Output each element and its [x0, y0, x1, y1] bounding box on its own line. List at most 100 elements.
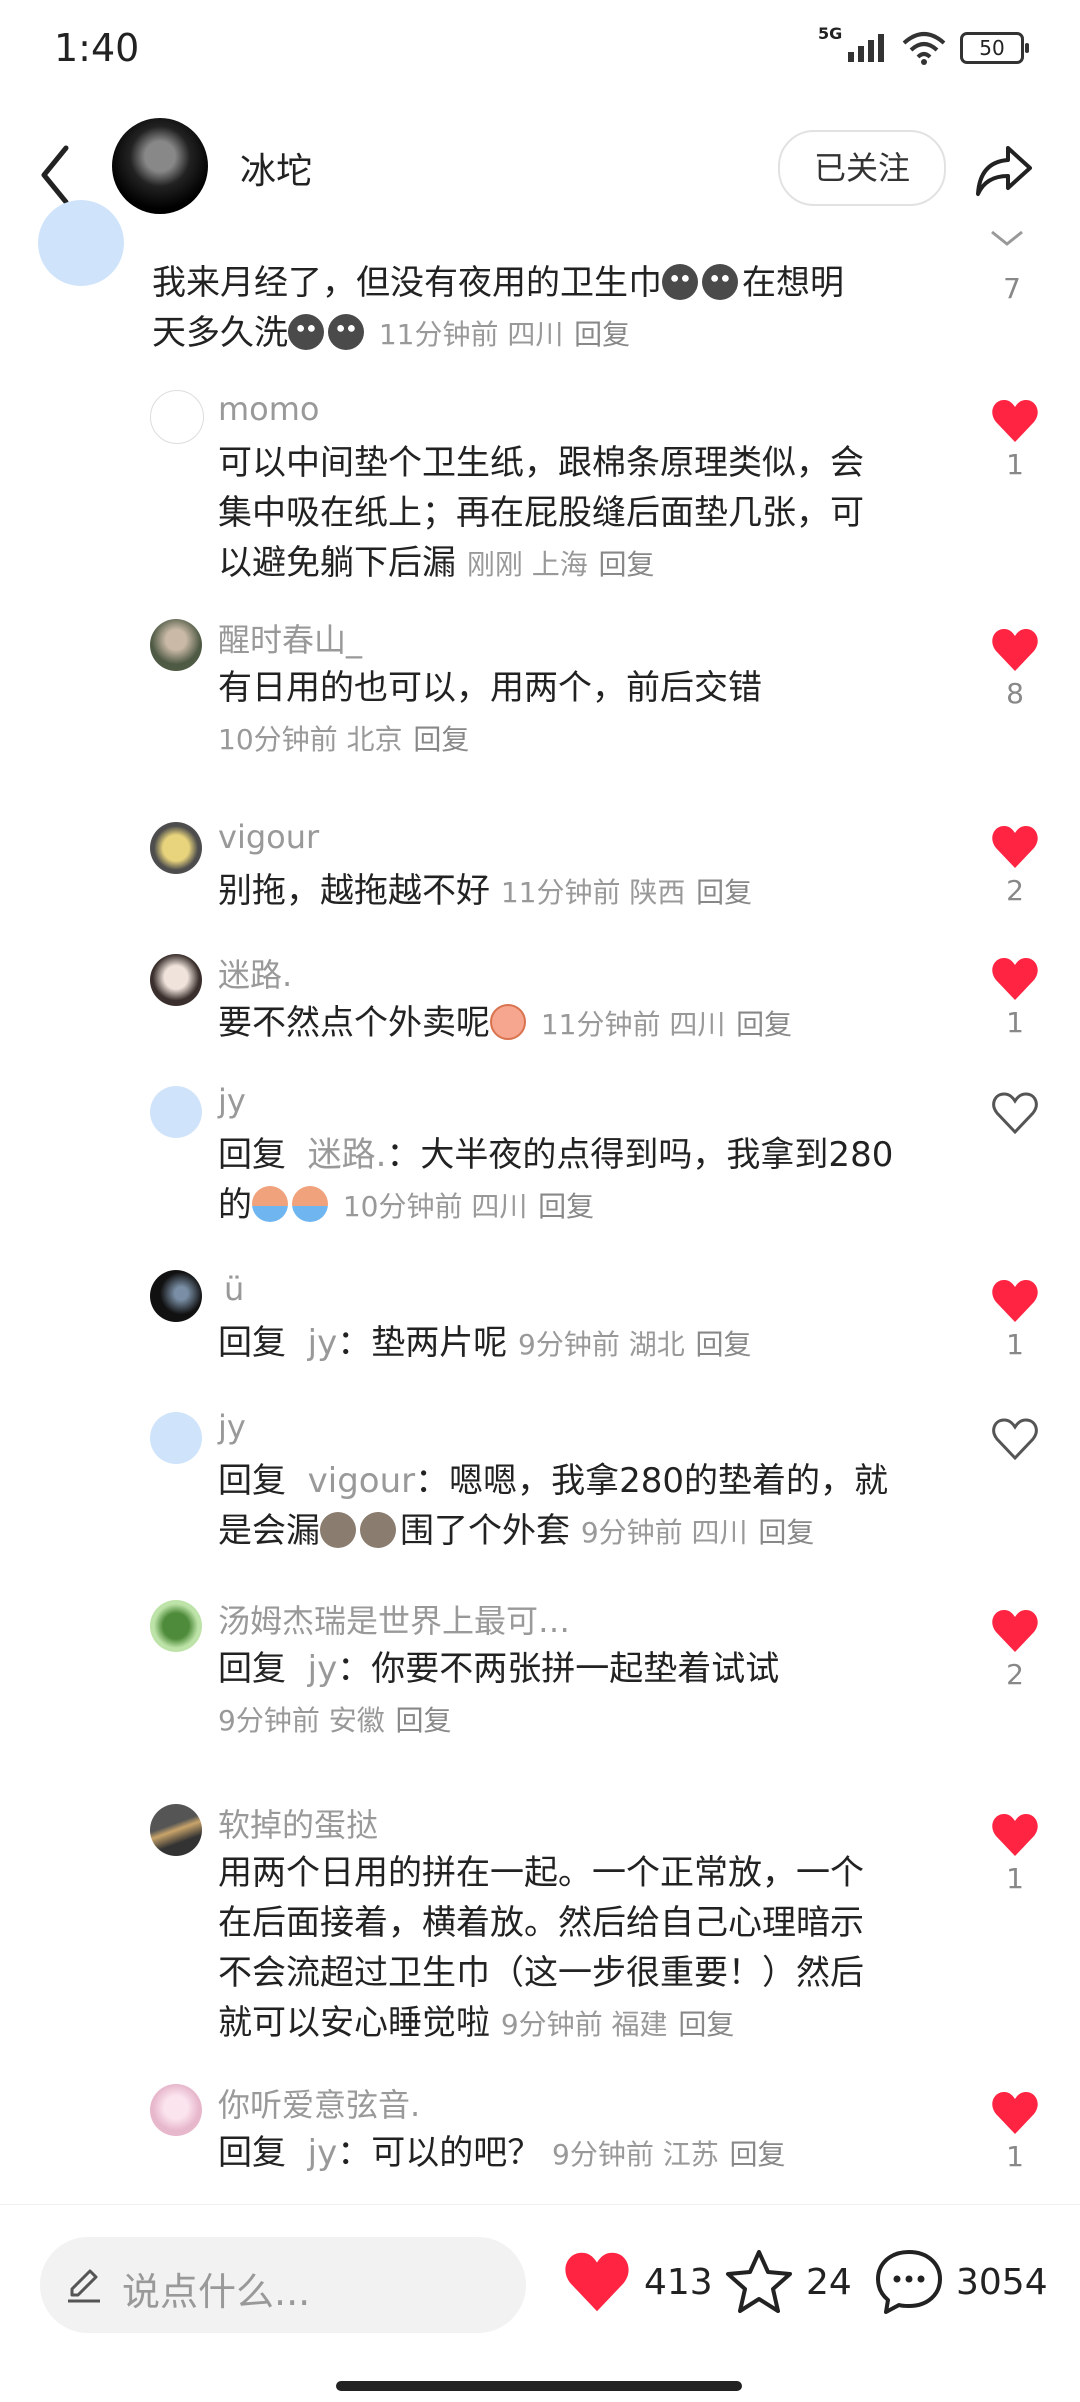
heart-filled-icon — [992, 958, 1038, 1000]
status-icons: 5G 50 — [818, 24, 1029, 68]
like-count: 8 — [1006, 677, 1024, 710]
heart-filled-icon — [992, 629, 1038, 671]
like-button[interactable]: 2 — [985, 1608, 1045, 1691]
commenter-name[interactable]: ü — [224, 1270, 244, 1308]
commenter-avatar[interactable] — [150, 822, 202, 874]
reply-button[interactable]: 回复 — [538, 1190, 594, 1223]
comment-meta: 刚刚 上海 — [466, 548, 588, 581]
reply-target[interactable]: jy — [308, 1323, 338, 1363]
back-arrow-icon[interactable] — [36, 140, 76, 210]
reply-button[interactable]: 回复 — [413, 723, 469, 756]
like-button[interactable] — [985, 1090, 1045, 1140]
like-button[interactable]: 1 — [985, 1812, 1045, 1895]
commenter-name[interactable]: jy — [218, 1082, 246, 1120]
comment-meta: 11分钟前 陕西 — [500, 876, 686, 909]
commenter-avatar[interactable] — [150, 1412, 202, 1464]
cat-emoji-icon — [328, 314, 364, 350]
post-comment-button[interactable]: 3054 — [874, 2247, 1048, 2317]
like-count: 7 — [1003, 272, 1021, 305]
like-button[interactable]: 1 — [985, 1278, 1045, 1361]
comment-text: 回复 jy：可以的吧？ 9分钟前 江苏 回复 — [218, 2133, 786, 2173]
wifi-icon — [902, 32, 946, 65]
commenter-avatar[interactable] — [150, 2084, 202, 2136]
comment-text: 有日用的也可以，用两个，前后交错 10分钟前 北京 回复 — [218, 668, 762, 756]
like-button[interactable]: 1 — [985, 398, 1045, 481]
reply-target[interactable]: jy — [308, 1649, 338, 1689]
reply-target[interactable]: 迷路. — [308, 1135, 387, 1175]
like-button[interactable]: 1 — [985, 2090, 1045, 2173]
comment-text: 可以中间垫个卫生纸，跟棉条原理类似，会 集中吸在纸上；再在屁股缝后面垫几张，可 … — [218, 443, 864, 583]
commenter-avatar[interactable] — [150, 390, 204, 444]
reply-target[interactable]: jy — [308, 2133, 338, 2173]
commenter-name[interactable]: 汤姆杰瑞是世界上最可… — [218, 1596, 570, 1642]
peach-emoji-icon — [490, 1004, 526, 1040]
commenter-avatar[interactable] — [150, 1804, 202, 1856]
reply-button[interactable]: 回复 — [758, 1516, 814, 1549]
like-count: 1 — [1006, 1862, 1024, 1895]
commenter-avatar[interactable] — [150, 954, 202, 1006]
post-comment-count: 3054 — [956, 2261, 1048, 2303]
commenter-avatar[interactable] — [150, 1600, 202, 1652]
cellular-signal-icon: 5G — [818, 24, 888, 66]
reply-button[interactable]: 回复 — [696, 876, 752, 909]
cat-crying-emoji-icon — [320, 1512, 356, 1548]
commenter-name[interactable]: 软掉的蛋挞 — [218, 1800, 378, 1846]
like-button[interactable]: 8 — [985, 627, 1045, 710]
star-icon — [726, 2250, 792, 2313]
like-button[interactable]: 1 — [985, 956, 1045, 1039]
comment-text: 回复 迷路.：大半夜的点得到吗，我拿到280 的 10分钟前 四川 回复 — [218, 1135, 894, 1225]
comment-meta: 11分钟前 四川 — [540, 1008, 726, 1041]
comment-text: 要不然点个外卖呢 11分钟前 四川 回复 — [218, 1003, 793, 1043]
post-like-button[interactable]: 413 — [562, 2247, 713, 2317]
like-button[interactable] — [985, 1416, 1045, 1466]
crying-emoji-icon — [252, 1186, 288, 1222]
post-favorite-button[interactable]: 24 — [724, 2247, 852, 2317]
reply-button[interactable]: 回复 — [574, 318, 630, 351]
home-indicator[interactable] — [336, 2381, 742, 2391]
post-header: 冰坨 已关注 — [0, 110, 1080, 240]
heart-filled-icon — [565, 2252, 629, 2312]
commenter-avatar[interactable] — [38, 200, 124, 286]
commenter-name[interactable]: vigour — [218, 818, 319, 856]
cat-emoji-icon — [662, 264, 698, 300]
collapse-chevron-icon[interactable] — [982, 222, 1032, 252]
like-count: 1 — [1006, 1006, 1024, 1039]
heart-filled-icon — [992, 1814, 1038, 1856]
comment-text: 我来月经了，但没有夜用的卫生巾 在想明 天多久洗 11分钟前 四川 回复 — [152, 263, 844, 353]
post-like-count: 413 — [644, 2261, 713, 2303]
follow-button[interactable]: 已关注 — [778, 130, 946, 206]
bottom-action-bar: 说点什么... 413 24 3054 — [0, 2204, 1080, 2402]
commenter-name[interactable]: 醒时春山_ — [218, 615, 362, 661]
commenter-name[interactable]: jy — [218, 1408, 246, 1446]
reply-target[interactable]: vigour — [308, 1461, 415, 1501]
cat-emoji-icon — [288, 314, 324, 350]
comment-text: 别拖，越拖越不好 11分钟前 陕西 回复 — [218, 871, 753, 911]
comment-meta: 9分钟前 福建 — [500, 2008, 668, 2041]
comment-text: 回复 jy：垫两片呢 9分钟前 湖北 回复 — [218, 1323, 752, 1363]
cat-crying-emoji-icon — [360, 1512, 396, 1548]
reply-button[interactable]: 回复 — [736, 1008, 792, 1041]
like-count: 2 — [1006, 874, 1024, 907]
commenter-avatar[interactable] — [150, 1086, 202, 1138]
reply-button[interactable]: 回复 — [599, 548, 655, 581]
comment-text: 回复 jy：你要不两张拼一起垫着试试 9分钟前 安徽 回复 — [218, 1649, 780, 1737]
commenter-name[interactable]: 迷路. — [218, 950, 292, 996]
reply-button[interactable]: 回复 — [396, 1704, 452, 1737]
comment-meta: 9分钟前 四川 — [580, 1516, 748, 1549]
comment-meta: 9分钟前 安徽 — [218, 1704, 385, 1737]
commenter-avatar[interactable] — [150, 1270, 202, 1322]
heart-filled-icon — [992, 2092, 1038, 2134]
comment-input[interactable]: 说点什么... — [40, 2237, 526, 2333]
comment-meta: 9分钟前 江苏 — [552, 2138, 719, 2171]
like-button[interactable]: 2 — [985, 824, 1045, 907]
reply-button[interactable]: 回复 — [696, 1328, 752, 1361]
commenter-avatar[interactable] — [150, 619, 202, 671]
reply-button[interactable]: 回复 — [678, 2008, 734, 2041]
commenter-name[interactable]: momo — [218, 390, 320, 428]
share-icon[interactable] — [972, 140, 1036, 200]
reply-button[interactable]: 回复 — [730, 2138, 786, 2171]
status-bar: 1:40 5G 50 — [0, 0, 1080, 100]
commenter-name[interactable]: 你听爱意弦音. — [218, 2080, 420, 2126]
author-name[interactable]: 冰坨 — [240, 142, 312, 194]
author-avatar[interactable] — [112, 118, 208, 214]
